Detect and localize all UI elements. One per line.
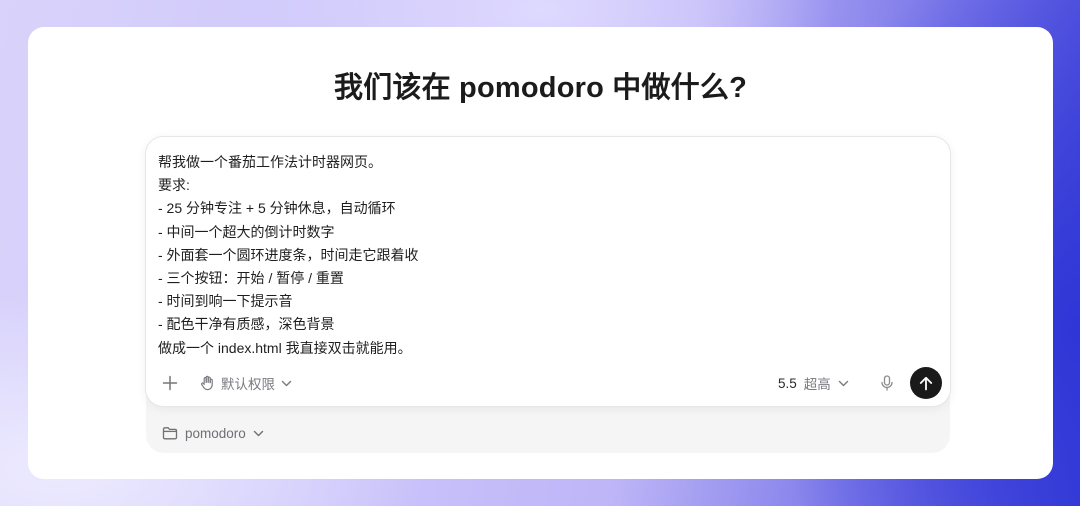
- arrow-up-icon: [919, 376, 933, 391]
- prompt-composer: 帮我做一个番茄工作法计时器网页。 要求: - 25 分钟专注 + 5 分钟休息，…: [145, 136, 951, 407]
- permission-label: 默认权限: [221, 377, 275, 392]
- hand-icon: [200, 375, 215, 391]
- model-selector[interactable]: 5.5 超高: [778, 373, 849, 393]
- folder-icon: [162, 426, 178, 440]
- reasoning-level: 超高: [803, 377, 831, 392]
- page-title: 我们该在 pomodoro 中做什么?: [334, 72, 747, 104]
- project-selector[interactable]: pomodoro: [162, 423, 264, 443]
- chevron-down-icon: [253, 430, 264, 437]
- prompt-input[interactable]: 帮我做一个番茄工作法计时器网页。 要求: - 25 分钟专注 + 5 分钟休息，…: [158, 151, 938, 361]
- main-card: 我们该在 pomodoro 中做什么? pomodoro 帮我做一个番茄工作法计…: [28, 27, 1053, 479]
- microphone-icon: [881, 375, 893, 391]
- send-button[interactable]: [910, 367, 942, 399]
- add-attachment-button[interactable]: [160, 373, 180, 393]
- voice-input-button[interactable]: [877, 373, 897, 393]
- permission-selector[interactable]: 默认权限: [200, 373, 292, 393]
- chevron-down-icon: [838, 380, 849, 387]
- project-name: pomodoro: [185, 425, 246, 441]
- composer-toolbar: 默认权限 5.5 超高: [146, 367, 950, 399]
- chevron-down-icon: [281, 380, 292, 387]
- plus-icon: [162, 375, 178, 391]
- model-version: 5.5: [778, 375, 797, 391]
